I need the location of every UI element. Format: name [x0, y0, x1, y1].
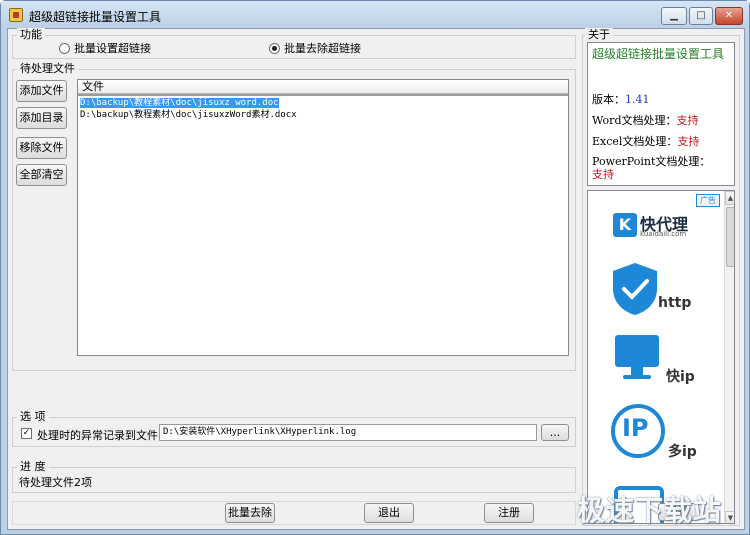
exit-button[interactable]: 退出	[364, 503, 414, 523]
function-group: 功能 批量设置超链接 批量去除超链接	[12, 28, 576, 59]
about-legend: 关于	[585, 28, 613, 41]
file-list-item[interactable]: D:\backup\教程素材\doc\jisuxz word.doc	[78, 97, 568, 109]
about-word: Word文档处理：支持	[592, 112, 698, 128]
app-icon	[9, 8, 23, 22]
ad-badge: 广告	[696, 194, 720, 207]
site-watermark: 极速下载站	[577, 494, 723, 527]
radio-batch-remove-indicator	[269, 42, 280, 54]
ad-scrollbar[interactable]: ▲ ▼	[724, 191, 734, 523]
progress-legend: 进 度	[17, 460, 49, 473]
file-list-item-text: D:\backup\教程素材\doc\jisuxzWord素材.docx	[80, 110, 297, 120]
radio-batch-set-indicator	[59, 42, 70, 54]
about-version: 版本：1.41	[592, 91, 650, 107]
radio-batch-remove[interactable]: 批量去除超链接	[269, 40, 361, 56]
file-column-header[interactable]: 文件	[78, 80, 568, 96]
remove-file-button[interactable]: 移除文件	[16, 137, 67, 159]
about-excel: Excel文档处理：支持	[592, 133, 699, 149]
maximize-button[interactable]: □	[689, 7, 713, 25]
log-checkbox-label: 处理时的异常记录到文件：	[37, 429, 169, 442]
files-legend: 待处理文件	[17, 62, 78, 75]
log-path-field[interactable]: D:\安装软件\XHyperlink\XHyperlink.log	[159, 424, 537, 441]
ad-item-multi: 多ip	[668, 444, 697, 460]
progress-group: 进 度 待处理文件2项	[12, 460, 576, 493]
options-legend: 选 项	[17, 410, 49, 423]
ad-item-ip: IP	[622, 414, 649, 442]
about-word-label: Word文档处理：	[592, 114, 677, 127]
radio-batch-set-label: 批量设置超链接	[74, 42, 151, 55]
clear-all-button[interactable]: 全部清空	[16, 164, 67, 186]
about-ppt-label: PowerPoint文档处理：	[592, 155, 711, 168]
batch-remove-button[interactable]: 批量去除	[225, 503, 275, 523]
browse-button[interactable]: ...	[541, 424, 569, 441]
file-list-item-text: D:\backup\教程素材\doc\jisuxz word.doc	[80, 98, 279, 108]
app-window: 超级超链接批量设置工具 ▁ □ ✕ 功能 批量设置超链接 批量去除超链接 待处理…	[0, 0, 750, 535]
scroll-down-icon[interactable]: ▼	[725, 511, 734, 523]
title-bar[interactable]: 超级超链接批量设置工具 ▁ □ ✕	[1, 1, 749, 28]
about-version-value: 1.41	[625, 93, 650, 106]
ad-item-fast: 快ip	[666, 369, 695, 385]
log-checkbox[interactable]: ✓	[21, 428, 32, 439]
add-file-button[interactable]: 添加文件	[16, 80, 67, 102]
scroll-up-icon[interactable]: ▲	[725, 191, 734, 205]
about-group: 关于 超级超链接批量设置工具 版本：1.41 Word文档处理：支持 Excel…	[582, 28, 740, 526]
minimize-button[interactable]: ▁	[661, 7, 687, 25]
ad-brand-logo-icon: K	[613, 213, 637, 237]
ad-item-http: http	[658, 295, 692, 311]
options-group: 选 项 ✓ 处理时的异常记录到文件： D:\安装软件\XHyperlink\XH…	[12, 410, 576, 447]
client-area: 功能 批量设置超链接 批量去除超链接 待处理文件 添加文件 添加目录 移除文件 …	[7, 28, 745, 530]
window-title: 超级超链接批量设置工具	[29, 10, 162, 24]
about-panel: 超级超链接批量设置工具 版本：1.41 Word文档处理：支持 Excel文档处…	[587, 42, 735, 186]
about-ppt-value: 支持	[592, 168, 614, 181]
ad-brand-url: kuaidaili.com	[640, 230, 687, 238]
radio-batch-set[interactable]: 批量设置超链接	[59, 40, 151, 56]
radio-batch-remove-label: 批量去除超链接	[284, 42, 361, 55]
file-list-item[interactable]: D:\backup\教程素材\doc\jisuxzWord素材.docx	[78, 109, 568, 121]
about-excel-label: Excel文档处理：	[592, 135, 678, 148]
about-ppt: PowerPoint文档处理： 支持	[592, 155, 734, 181]
monitor-icon	[615, 335, 659, 379]
file-list[interactable]: 文件 D:\backup\教程素材\doc\jisuxz word.doc D:…	[77, 79, 569, 356]
shield-check-icon	[613, 263, 657, 315]
ad-scroll-thumb[interactable]	[726, 207, 734, 267]
register-button[interactable]: 注册	[484, 503, 534, 523]
about-excel-value: 支持	[677, 135, 700, 148]
about-word-value: 支持	[676, 114, 699, 127]
close-button[interactable]: ✕	[715, 7, 743, 25]
ad-panel[interactable]: 广告 K 快代理 kuaidaili.com http 快ip IP 多ip 隐…	[587, 190, 735, 524]
add-folder-button[interactable]: 添加目录	[16, 107, 67, 129]
about-version-label: 版本：	[592, 93, 625, 106]
about-app-name: 超级超链接批量设置工具	[592, 47, 725, 61]
progress-status: 待处理文件2项	[19, 476, 92, 489]
function-legend: 功能	[17, 28, 45, 41]
files-group: 待处理文件 添加文件 添加目录 移除文件 全部清空 文件 D:\backup\教…	[12, 62, 576, 371]
